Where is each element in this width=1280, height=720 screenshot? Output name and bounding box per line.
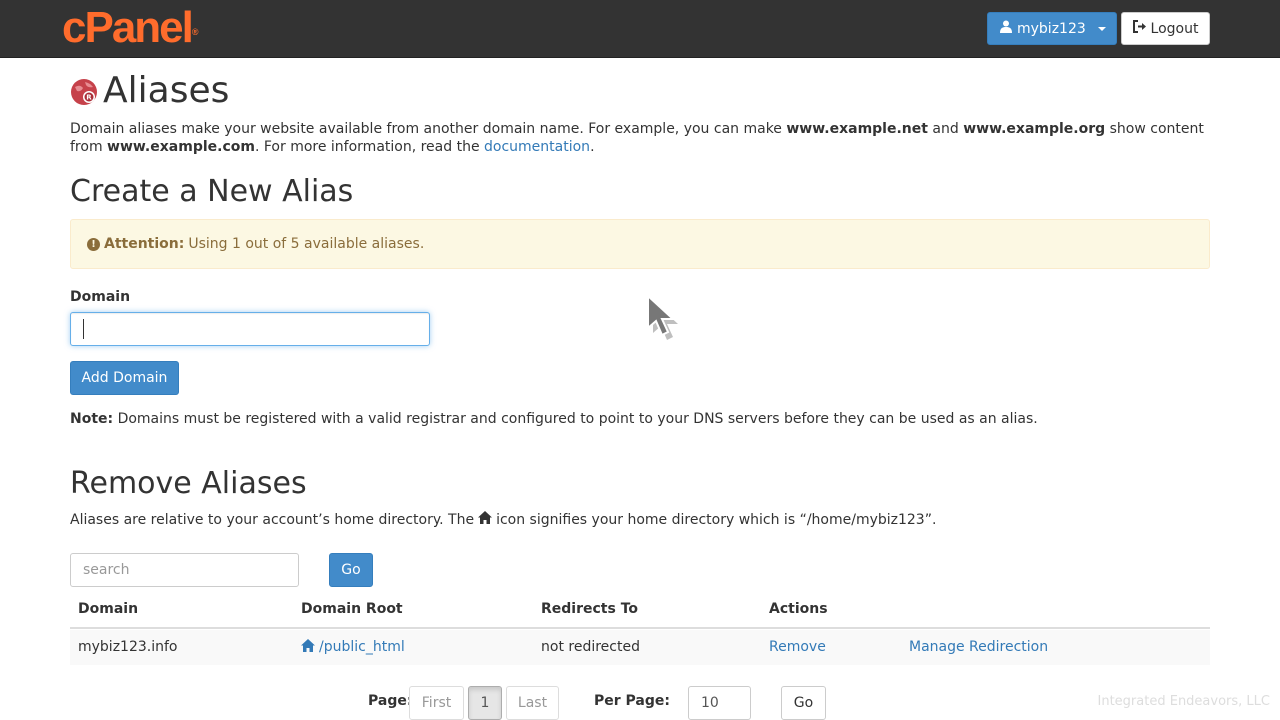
aliases-icon: R [70, 78, 98, 106]
footer-brand: Integrated Endeavors, LLC [1097, 694, 1270, 709]
per-page-go-button[interactable]: Go [781, 686, 826, 720]
first-page-button[interactable]: First [409, 686, 464, 720]
home-icon [478, 511, 493, 529]
top-navbar: cPanel® mybiz123 Logout [0, 0, 1280, 58]
domain-label: Domain [70, 289, 131, 305]
domain-root-link[interactable]: /public_html [319, 639, 405, 655]
column-header-redirects-to[interactable]: Redirects To [541, 601, 638, 617]
alert-title: Attention: [104, 236, 185, 252]
documentation-link[interactable]: documentation [484, 139, 590, 155]
example-domain: www.example.org [963, 121, 1106, 137]
per-page-input[interactable] [688, 686, 751, 720]
user-icon [1000, 20, 1012, 37]
alias-domain: mybiz123.info [78, 639, 178, 655]
example-domain: www.example.net [786, 121, 928, 137]
page-description: Domain aliases make your website availab… [70, 121, 1204, 155]
remove-link[interactable]: Remove [769, 639, 826, 655]
logout-label: Logout [1150, 20, 1199, 37]
svg-text:R: R [86, 94, 92, 102]
mouse-pointer-icon [645, 293, 681, 344]
example-domain: www.example.com [107, 139, 255, 155]
column-header-domain[interactable]: Domain [78, 601, 138, 617]
chevron-down-icon [1098, 27, 1106, 31]
page-title: Aliases [103, 70, 230, 111]
domain-input[interactable] [70, 312, 430, 346]
per-page-label: Per Page: [594, 693, 670, 709]
table-row: mybiz123.info /public_html not redirecte… [70, 630, 1210, 665]
current-page-button[interactable]: 1 [468, 686, 502, 720]
remove-description: Aliases are relative to your account’s h… [70, 511, 937, 529]
home-icon [301, 639, 315, 656]
exclamation-circle-icon: ! [87, 237, 100, 251]
last-page-button[interactable]: Last [506, 686, 559, 720]
cpanel-logo[interactable]: cPanel® [62, 4, 199, 52]
add-domain-button[interactable]: Add Domain [70, 361, 179, 395]
column-header-actions: Actions [769, 601, 828, 617]
text-caret [83, 319, 84, 339]
user-menu-button[interactable]: mybiz123 [987, 12, 1117, 45]
user-menu-label: mybiz123 [1017, 20, 1086, 37]
domain-root-cell: /public_html [301, 639, 405, 656]
note-text: Note: Domains must be registered with a … [70, 411, 1038, 427]
redirect-status: not redirected [541, 639, 640, 655]
search-go-button[interactable]: Go [329, 553, 373, 587]
attention-alert: ! Attention: Using 1 out of 5 available … [70, 219, 1210, 269]
alert-text: Using 1 out of 5 available aliases. [188, 236, 425, 252]
manage-redirection-link[interactable]: Manage Redirection [909, 639, 1048, 655]
search-input[interactable] [70, 553, 299, 587]
remove-aliases-heading: Remove Aliases [70, 466, 307, 501]
aliases-table-header: Domain Domain Root Redirects To Actions [70, 597, 1210, 629]
logout-button[interactable]: Logout [1121, 12, 1210, 45]
page-label: Page: [368, 693, 413, 709]
create-alias-heading: Create a New Alias [70, 174, 354, 209]
column-header-domain-root[interactable]: Domain Root [301, 601, 403, 617]
logout-icon [1132, 20, 1147, 37]
